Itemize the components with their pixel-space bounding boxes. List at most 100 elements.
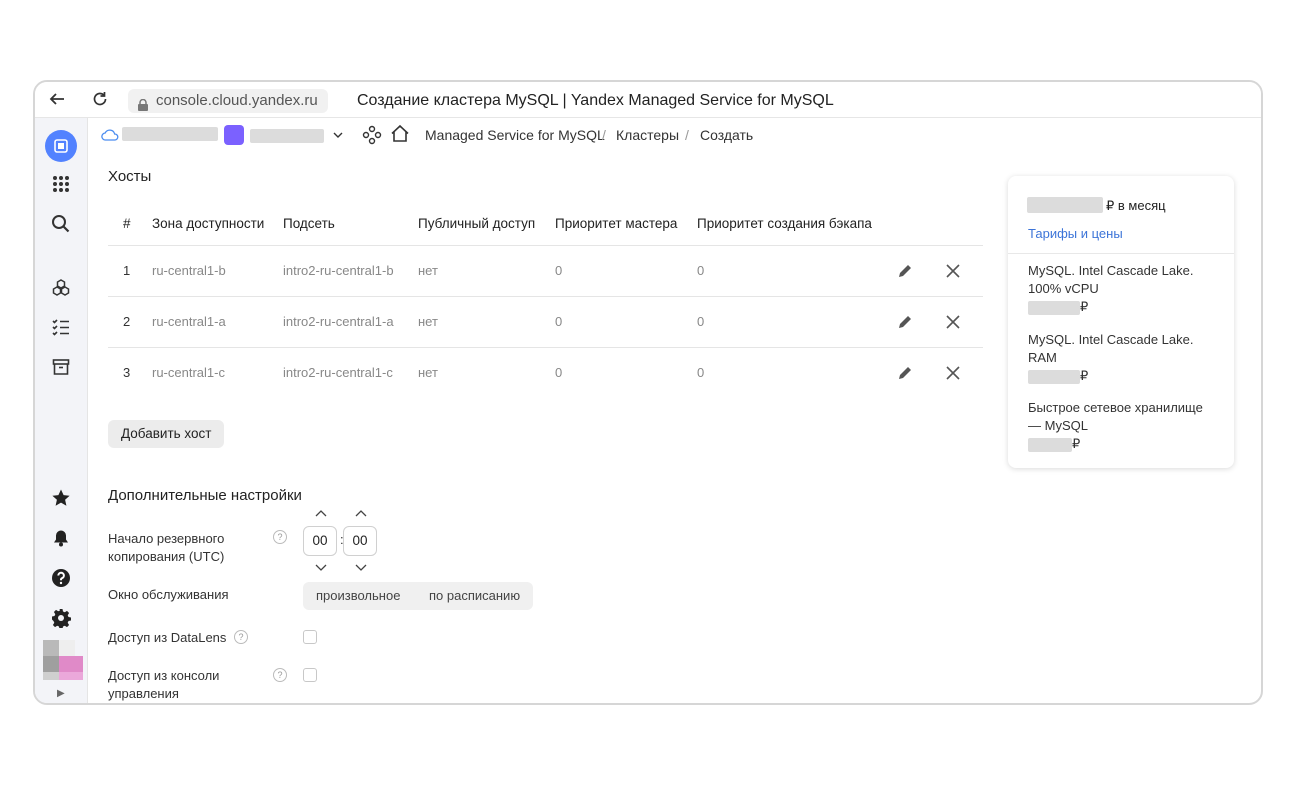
edit-pencil-icon[interactable] — [893, 310, 917, 334]
chevron-down-icon[interactable] — [332, 128, 344, 146]
minutes-increment-icon[interactable] — [355, 508, 367, 520]
price-item-subtitle: 100% vCPU — [1028, 281, 1099, 296]
backup-hours-input[interactable]: 00 — [303, 526, 337, 556]
column-header-master-priority: Приоритет мастера — [555, 216, 678, 231]
host-number: 3 — [123, 365, 131, 380]
back-icon[interactable] — [47, 90, 67, 110]
browser-window: console.cloud.yandex.ru Создание кластер… — [33, 80, 1263, 705]
price-item-storage: Быстрое сетевое хранилище — MySQL ₽ — [1028, 399, 1203, 453]
tab-title: Создание кластера MySQL | Yandex Managed… — [357, 92, 834, 109]
delete-close-icon[interactable] — [941, 259, 965, 283]
edit-pencil-icon[interactable] — [893, 361, 917, 385]
archive-icon[interactable] — [45, 351, 77, 383]
price-item-title: Быстрое сетевое хранилище — [1028, 400, 1203, 415]
currency-symbol: ₽ — [1080, 368, 1089, 383]
browser-toolbar: console.cloud.yandex.ru Создание кластер… — [35, 82, 1261, 118]
folder-icon — [224, 125, 244, 145]
notifications-bell-icon[interactable] — [45, 522, 77, 554]
cloud-icon — [101, 128, 119, 146]
settings-gear-icon[interactable] — [45, 602, 77, 634]
maintenance-window-selector: произвольное по расписанию — [303, 582, 533, 610]
reload-icon[interactable] — [90, 90, 110, 110]
maintenance-option-anytime[interactable]: произвольное — [316, 588, 400, 603]
edit-pencil-icon[interactable] — [893, 259, 917, 283]
datalens-access-checkbox[interactable] — [303, 630, 317, 644]
column-header-zone: Зона доступности — [152, 216, 265, 231]
column-header-backup-priority: Приоритет создания бэкапа — [697, 216, 872, 231]
datalens-access-label: Доступ из DataLens — [108, 630, 227, 645]
delete-close-icon[interactable] — [941, 310, 965, 334]
header-breadcrumbs: Managed Service for MySQL / Кластеры / С… — [88, 118, 1261, 152]
home-icon[interactable] — [390, 124, 410, 149]
hours-decrement-icon[interactable] — [315, 563, 327, 575]
breadcrumb-service[interactable]: Managed Service for MySQL — [425, 127, 605, 143]
column-header-public-access: Публичный доступ — [418, 216, 536, 231]
help-icon[interactable] — [45, 562, 77, 594]
cloud-name-redacted[interactable] — [122, 127, 218, 141]
breadcrumb-create: Создать — [700, 127, 754, 143]
service-hub-icon[interactable] — [362, 125, 382, 150]
help-question-icon[interactable]: ? — [273, 530, 287, 544]
console-access-checkbox[interactable] — [303, 668, 317, 682]
host-backup-priority: 0 — [697, 365, 705, 380]
delete-close-icon[interactable] — [941, 361, 965, 385]
host-number: 1 — [123, 263, 131, 278]
minutes-decrement-icon[interactable] — [355, 563, 367, 575]
left-navigation-rail: ▶ — [35, 118, 88, 703]
host-public-access: нет — [418, 365, 438, 380]
host-zone: ru-central1-a — [152, 314, 226, 329]
backup-minutes-input[interactable]: 00 — [343, 526, 377, 556]
price-item-vcpu: MySQL. Intel Cascade Lake. 100% vCPU ₽ — [1028, 262, 1193, 316]
yandex-cloud-logo-icon[interactable] — [45, 130, 77, 162]
host-master-priority: 0 — [555, 314, 563, 329]
table-row: 2 ru-central1-a intro2-ru-central1-a нет… — [108, 296, 983, 347]
currency-symbol: ₽ — [1072, 436, 1081, 451]
table-row: 3 ru-central1-c intro2-ru-central1-c нет… — [108, 347, 983, 398]
host-master-priority: 0 — [555, 263, 563, 278]
price-value-redacted — [1028, 437, 1072, 452]
backup-start-label-line1: Начало резервного — [108, 531, 225, 546]
breadcrumb-separator: / — [602, 127, 606, 143]
help-question-icon[interactable]: ? — [234, 630, 248, 644]
price-item-subtitle: — MySQL — [1028, 418, 1088, 433]
user-avatar[interactable] — [43, 640, 83, 680]
expand-rail-icon[interactable]: ▶ — [57, 688, 65, 699]
address-bar[interactable]: console.cloud.yandex.ru — [128, 89, 328, 113]
hours-increment-icon[interactable] — [315, 508, 327, 520]
host-backup-priority: 0 — [697, 314, 705, 329]
url-text: console.cloud.yandex.ru — [156, 92, 318, 109]
price-value-redacted — [1028, 369, 1080, 384]
host-subnet: intro2-ru-central1-a — [283, 314, 394, 329]
tariffs-link[interactable]: Тарифы и цены — [1028, 226, 1123, 241]
price-summary-card: ₽ в месяц Тарифы и цены MySQL. Intel Cas… — [1008, 176, 1234, 468]
column-header-number: # — [123, 216, 131, 231]
console-access-label: Доступ из консоли управления — [108, 667, 219, 703]
price-item-title: MySQL. Intel Cascade Lake. — [1028, 263, 1194, 278]
maintenance-window-label: Окно обслуживания — [108, 587, 229, 602]
all-services-icon[interactable] — [45, 168, 77, 200]
console-access-label-line1: Доступ из консоли — [108, 668, 220, 683]
host-public-access: нет — [418, 314, 438, 329]
divider — [1008, 253, 1234, 254]
search-icon[interactable] — [45, 208, 77, 240]
help-question-icon[interactable]: ? — [273, 668, 287, 682]
clusters-icon[interactable] — [45, 271, 77, 303]
total-price-redacted — [1027, 197, 1103, 213]
host-subnet: intro2-ru-central1-b — [283, 263, 394, 278]
host-number: 2 — [123, 314, 131, 329]
extra-settings-title: Дополнительные настройки — [108, 487, 302, 504]
host-zone: ru-central1-b — [152, 263, 226, 278]
price-item-ram: MySQL. Intel Cascade Lake. RAM ₽ — [1028, 331, 1193, 385]
breadcrumb-clusters[interactable]: Кластеры — [616, 127, 679, 143]
price-value-redacted — [1028, 300, 1080, 315]
console-access-label-line2: управления — [108, 686, 179, 701]
add-host-button[interactable]: Добавить хост — [108, 420, 225, 448]
price-item-subtitle: RAM — [1028, 350, 1057, 365]
table-row: 1 ru-central1-b intro2-ru-central1-b нет… — [108, 245, 983, 296]
favorites-star-icon[interactable] — [45, 482, 77, 514]
backup-start-label-line2: копирования (UTC) — [108, 549, 225, 564]
tasks-list-icon[interactable] — [45, 311, 77, 343]
folder-name-redacted[interactable] — [250, 129, 324, 143]
maintenance-option-scheduled[interactable]: по расписанию — [429, 588, 520, 603]
host-subnet: intro2-ru-central1-c — [283, 365, 393, 380]
